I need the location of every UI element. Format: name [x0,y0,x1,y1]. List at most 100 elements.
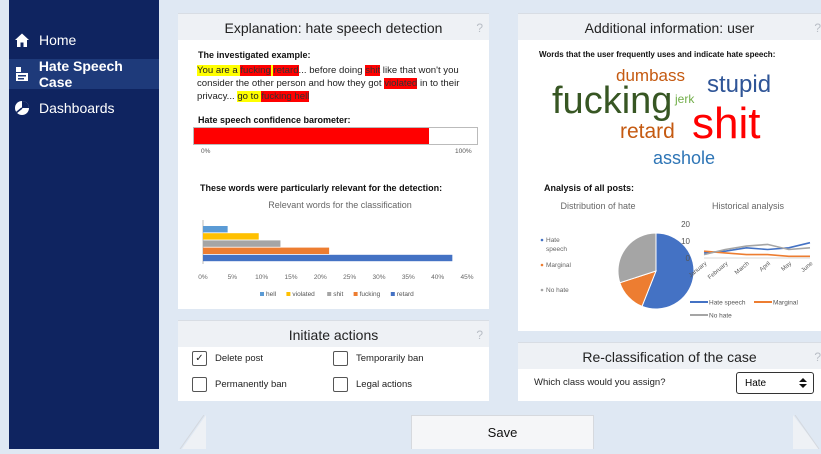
help-icon[interactable]: ? [476,21,483,35]
legend-swatch [286,292,291,296]
save-button[interactable]: Save [411,415,594,449]
y-tick-label: 10 [681,237,690,246]
legend-swatch [260,292,264,296]
legend-swatch [390,292,395,296]
sidebar-item-dashboards[interactable]: Dashboards [9,93,159,123]
checkbox-label: Permanently ban [215,379,287,390]
legend-bullet [540,263,544,267]
legend-label: No hate [546,287,569,294]
word-cloud-word: retard [620,120,675,143]
card-header: Initiate actions ? [178,321,489,347]
checkbox-temporarily-ban[interactable]: Temporarily ban [333,351,424,366]
barometer-max-label: 100% [455,148,472,155]
historical-line-chart: 20 10 0JanuaryFebruary March April May June Hat… [681,220,815,320]
x-tick-label: 10% [255,274,268,281]
card-header: Explanation: hate speech detection ? [178,14,489,40]
analysis-label: Analysis of all posts: [544,183,635,193]
highlighted-text: fucking hell [261,91,310,103]
legend-bullet [540,238,544,242]
highlighted-text: You are a [197,65,241,76]
barometer-label: Hate speech confidence barometer: [198,115,351,125]
word-cloud-word: shit [692,99,761,148]
sort-arrows-icon [798,377,808,392]
checkbox-legal-actions[interactable]: Legal actions [333,377,412,392]
card-title: Re-classification of the case [582,349,757,365]
checkbox-label: Temporarily ban [356,353,424,364]
x-tick-label: 35% [402,274,415,281]
class-select[interactable]: Hate [736,372,814,394]
help-icon[interactable]: ? [814,21,821,35]
document-icon [13,65,31,83]
next-arrow-icon[interactable] [791,414,821,454]
highlighted-text: go to [237,91,262,103]
barometer-min-label: 0% [201,148,211,155]
left-gutter [0,0,9,449]
series-line [703,250,810,258]
x-tick-label: 15% [284,274,297,281]
example-text: You are a fucking retard... before doing… [197,64,467,104]
card-title: Additional information: user [584,20,755,36]
class-select-value: Hate [745,377,767,389]
line-chart-title: Historical analysis [711,201,785,211]
checkbox[interactable]: ✓ [192,351,207,366]
help-icon[interactable]: ? [476,328,483,342]
checkbox-delete-post[interactable]: ✓ Delete post [192,351,263,366]
x-tick-label: 30% [372,274,385,281]
word-cloud-caption: Words that the user frequently uses and … [539,50,776,59]
y-tick-label: 20 [681,220,690,229]
legend-label: Marginal [546,262,571,269]
card-header: Additional information: user ? [518,14,821,40]
y-tick-label: 0 [686,254,691,263]
home-icon [13,31,31,49]
checkbox[interactable] [333,377,348,392]
highlighted-text: shit [365,65,381,76]
checkbox-label: Legal actions [356,379,412,390]
legend-label: speech [546,246,567,253]
highlighted-text: violated [384,78,418,90]
sidebar-item-home[interactable]: Home [9,25,159,55]
x-tick-label: 40% [431,274,444,281]
legend-label: Marginal [773,300,798,307]
checkbox[interactable] [192,377,207,392]
confidence-barometer [193,127,478,145]
x-tick-label: 25% [343,274,356,281]
barometer-fill [194,128,429,144]
bar [203,226,228,233]
previous-arrow-icon[interactable] [178,414,208,454]
help-icon[interactable]: ? [814,350,821,364]
relevant-words-label: These words were particularly relevant f… [200,183,443,193]
pie-chart-title: Distribution of hate [560,201,636,211]
x-tick-label: April [759,261,772,273]
x-tick-label: 20% [314,274,327,281]
highlighted-text: retard [273,65,299,76]
bar [203,247,330,254]
x-tick-label: May [781,261,794,273]
card-title: Explanation: hate speech detection [224,20,443,36]
sidebar-item-label: Dashboards [39,100,115,116]
x-tick-label: 0% [198,274,208,281]
x-tick-label: February [707,261,729,281]
x-tick-label: March [734,261,751,276]
legend-swatch [353,292,358,296]
sidebar: Home Hate Speech Case Dashboards [9,0,159,449]
relevant-words-bar-chart: 0% 5% 10% 15% 20% 25% 30% 35% 40% 45% hell violated… [198,220,474,298]
legend-label: fucking [360,291,381,298]
checkbox-permanently-ban[interactable]: Permanently ban [192,377,287,392]
dashboard-icon [13,99,31,117]
example-label: The investigated example: [198,50,311,60]
legend-label: Hate speech [709,300,746,307]
sidebar-item-hate-speech-case[interactable]: Hate Speech Case [9,58,159,90]
legend-label: shit [333,291,343,298]
card-header: Re-classification of the case ? [518,343,821,369]
bar-chart-title: Relevant words for the classification [268,200,412,210]
card-title: Initiate actions [288,327,379,343]
checkbox[interactable] [333,351,348,366]
x-tick-label: 45% [460,274,473,281]
x-tick-label: June [800,261,814,274]
bar [203,254,453,262]
word-cloud-word: asshole [653,148,716,168]
word-cloud-word: stupid [707,71,772,98]
legend-label: hell [266,291,277,298]
x-tick-label: 5% [228,274,238,281]
x-tick-label: January [688,261,708,279]
